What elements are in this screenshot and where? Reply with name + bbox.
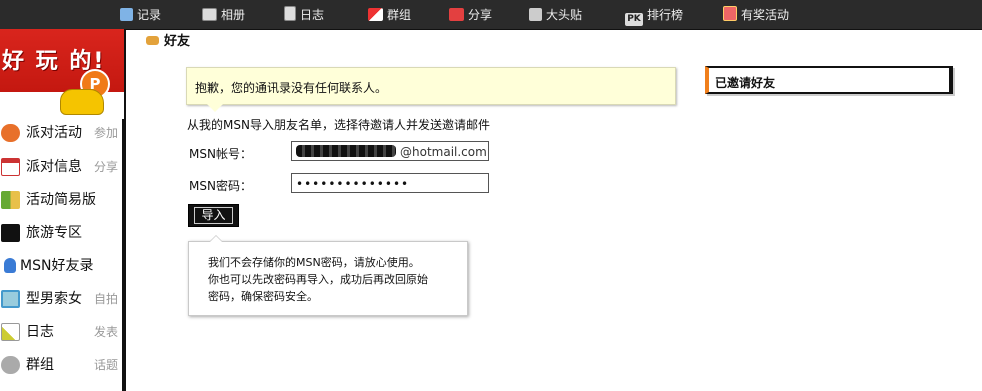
nav-item-photo-sticker[interactable]: 大头贴 xyxy=(529,6,582,24)
nav-label: 排行榜 xyxy=(647,8,684,22)
sidebar-item-extra[interactable]: 分享 xyxy=(94,155,118,179)
tip-line: 我们不会存储你的MSN密码，请放心使用。 xyxy=(208,256,420,269)
sidebar-item-label: 型男索女 xyxy=(26,291,82,307)
sidebar-item-diary[interactable]: 日志 发表 xyxy=(0,320,118,344)
tip-line: 密码，确保密码安全。 xyxy=(208,290,318,303)
import-instruction: 从我的MSN导入朋友名单，选择待邀请人并发送邀请邮件 xyxy=(187,118,490,132)
car-icon xyxy=(60,89,104,115)
nav-item-diary[interactable]: 日志 xyxy=(284,6,324,24)
msn-password-label: MSN密码： xyxy=(189,179,252,193)
nav-label: 有奖活动 xyxy=(741,8,790,22)
password-safety-tip: 我们不会存储你的MSN密码，请放心使用。 你也可以先改密码再导入，成功后再改回原… xyxy=(188,235,468,316)
nav-item-prize-events[interactable]: 有奖活动 xyxy=(723,6,789,24)
msn-user-icon xyxy=(4,258,16,273)
nav-item-groups[interactable]: 群组 xyxy=(368,6,411,24)
sidebar-item-label: 派对信息 xyxy=(26,159,82,175)
top-navigation-bar: 记录 相册 日志 群组 分享 大头贴 PK 排行榜 有奖活动 xyxy=(0,0,982,30)
chat-bubble-icon xyxy=(120,8,133,21)
sidebar-item-msn-contacts[interactable]: MSN好友录 xyxy=(0,254,118,278)
tip-line: 你也可以先改密码再导入，成功后再改回原始 xyxy=(208,273,428,286)
map-icon xyxy=(1,191,20,209)
notice-text: 抱歉，您的通讯录没有任何联系人。 xyxy=(195,81,388,95)
import-button[interactable]: 导入 xyxy=(188,204,239,227)
sidebar-item-extra[interactable]: 话题 xyxy=(94,353,118,377)
promo-banner[interactable]: 好 玩 的! P xyxy=(0,29,124,119)
nav-label: 群组 xyxy=(387,8,412,22)
nav-label: 分享 xyxy=(468,8,493,22)
redacted-username xyxy=(296,145,396,157)
invited-friends-title: 已邀请好友 xyxy=(715,76,776,90)
camera-icon xyxy=(202,8,217,21)
sidebar-item-extra[interactable]: 自拍 xyxy=(94,287,118,311)
msn-account-field[interactable]: @hotmail.com xyxy=(291,141,489,161)
import-button-label: 导入 xyxy=(194,207,233,224)
nav-label: 相册 xyxy=(221,8,246,22)
nav-item-ranking[interactable]: PK 排行榜 xyxy=(625,6,684,26)
sidebar-item-label: 日志 xyxy=(26,324,54,340)
nav-item-album[interactable]: 相册 xyxy=(202,6,245,24)
empty-contacts-notice: 抱歉，您的通讯录没有任何联系人。 xyxy=(186,67,676,112)
sidebar-item-simple-events[interactable]: 活动简易版 xyxy=(0,188,118,212)
nav-item-share[interactable]: 分享 xyxy=(449,6,492,24)
page-title-text: 好友 xyxy=(164,34,191,49)
gift-icon xyxy=(723,6,737,21)
pk-icon: PK xyxy=(625,13,643,26)
sidebar-item-party-events[interactable]: 派对活动 参加 xyxy=(0,121,118,145)
msn-account-domain: @hotmail.com xyxy=(400,145,487,159)
nav-label: 大头贴 xyxy=(546,8,583,22)
left-sidebar: 好 玩 的! P 派对活动 参加 派对信息 分享 活动简易版 旅游专区 MSN好… xyxy=(0,29,126,391)
sidebar-item-extra[interactable]: 发表 xyxy=(94,320,118,344)
calendar-icon xyxy=(1,158,20,176)
group-icon xyxy=(1,356,20,374)
msn-account-label: MSN帐号： xyxy=(189,147,252,161)
bicycle-icon xyxy=(1,224,20,242)
sidebar-item-label: MSN好友录 xyxy=(20,258,94,274)
photo-frame-icon xyxy=(1,290,20,308)
notice-pointer xyxy=(207,104,223,112)
invited-friends-panel: 已邀请好友 xyxy=(705,66,953,94)
hand-pointer-icon xyxy=(146,36,159,45)
sidebar-item-party-info[interactable]: 派对信息 分享 xyxy=(0,155,118,179)
nav-item-records[interactable]: 记录 xyxy=(120,6,161,24)
sidebar-item-label: 旅游专区 xyxy=(26,225,82,241)
msn-password-field[interactable]: •••••••••••••• xyxy=(291,173,489,193)
password-dots: •••••••••••••• xyxy=(296,177,410,191)
group-flag-icon xyxy=(368,8,383,21)
sidebar-item-label: 派对活动 xyxy=(26,125,82,141)
sidebar-item-extra[interactable]: 参加 xyxy=(94,121,118,145)
sidebar-item-label: 群组 xyxy=(26,357,54,373)
nav-label: 记录 xyxy=(137,8,162,22)
sidebar-item-label: 活动简易版 xyxy=(26,192,96,208)
pencil-note-icon xyxy=(1,323,20,341)
sidebar-item-cool-guys-girls[interactable]: 型男索女 自拍 xyxy=(0,287,118,311)
nav-label: 日志 xyxy=(300,8,325,22)
sidebar-item-groups[interactable]: 群组 话题 xyxy=(0,353,118,377)
page-title: 好友 xyxy=(146,30,190,49)
document-icon xyxy=(284,6,296,21)
sidebar-item-travel[interactable]: 旅游专区 xyxy=(0,221,118,245)
heart-share-icon xyxy=(449,8,464,21)
face-icon xyxy=(529,8,542,21)
tip-pointer-inner xyxy=(210,236,222,242)
party-people-icon xyxy=(1,124,20,142)
